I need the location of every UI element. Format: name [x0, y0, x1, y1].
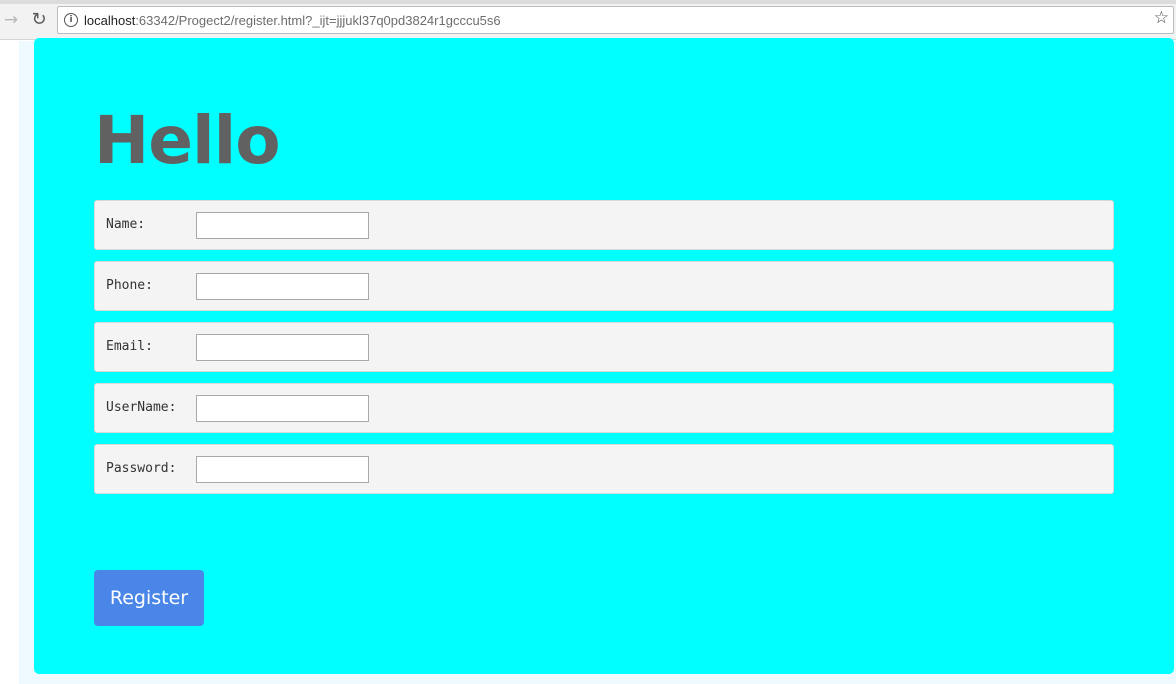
name-input[interactable]	[196, 212, 369, 239]
page-viewport: Hello Name: Phone: Email: UserName: Pass…	[0, 38, 1176, 684]
username-label: UserName:	[106, 400, 177, 415]
reload-icon[interactable]: ↻	[28, 9, 50, 31]
password-label: Password:	[106, 461, 177, 476]
phone-label: Phone:	[106, 278, 153, 293]
form-row-email: Email:	[94, 322, 1114, 372]
name-label: Name:	[106, 217, 146, 232]
address-bar[interactable]: i localhost:63342/Progect2/register.html…	[57, 6, 1174, 34]
url-path: :63342/Progect2/register.html?_ijt=jjjuk…	[135, 13, 501, 28]
email-input[interactable]	[196, 334, 369, 361]
email-label: Email:	[106, 339, 153, 354]
url-text[interactable]: localhost:63342/Progect2/register.html?_…	[84, 13, 501, 28]
register-button[interactable]: Register	[94, 570, 204, 626]
info-icon[interactable]: i	[64, 13, 78, 27]
form-row-phone: Phone:	[94, 261, 1114, 311]
username-input[interactable]	[196, 395, 369, 422]
register-panel: Hello Name: Phone: Email: UserName: Pass…	[34, 38, 1174, 674]
arrow-forward-icon[interactable]: →	[0, 9, 22, 31]
form-row-username: UserName:	[94, 383, 1114, 433]
browser-toolbar: → ↻ i localhost:63342/Progect2/register.…	[0, 0, 1176, 40]
tab-strip-edge	[0, 0, 1176, 4]
form-row-password: Password:	[94, 444, 1114, 494]
star-icon[interactable]: ☆	[1154, 10, 1169, 27]
url-host: localhost	[84, 13, 136, 28]
form-row-name: Name:	[94, 200, 1114, 250]
phone-input[interactable]	[196, 273, 369, 300]
page-title: Hello	[94, 102, 281, 179]
password-input[interactable]	[196, 456, 369, 483]
